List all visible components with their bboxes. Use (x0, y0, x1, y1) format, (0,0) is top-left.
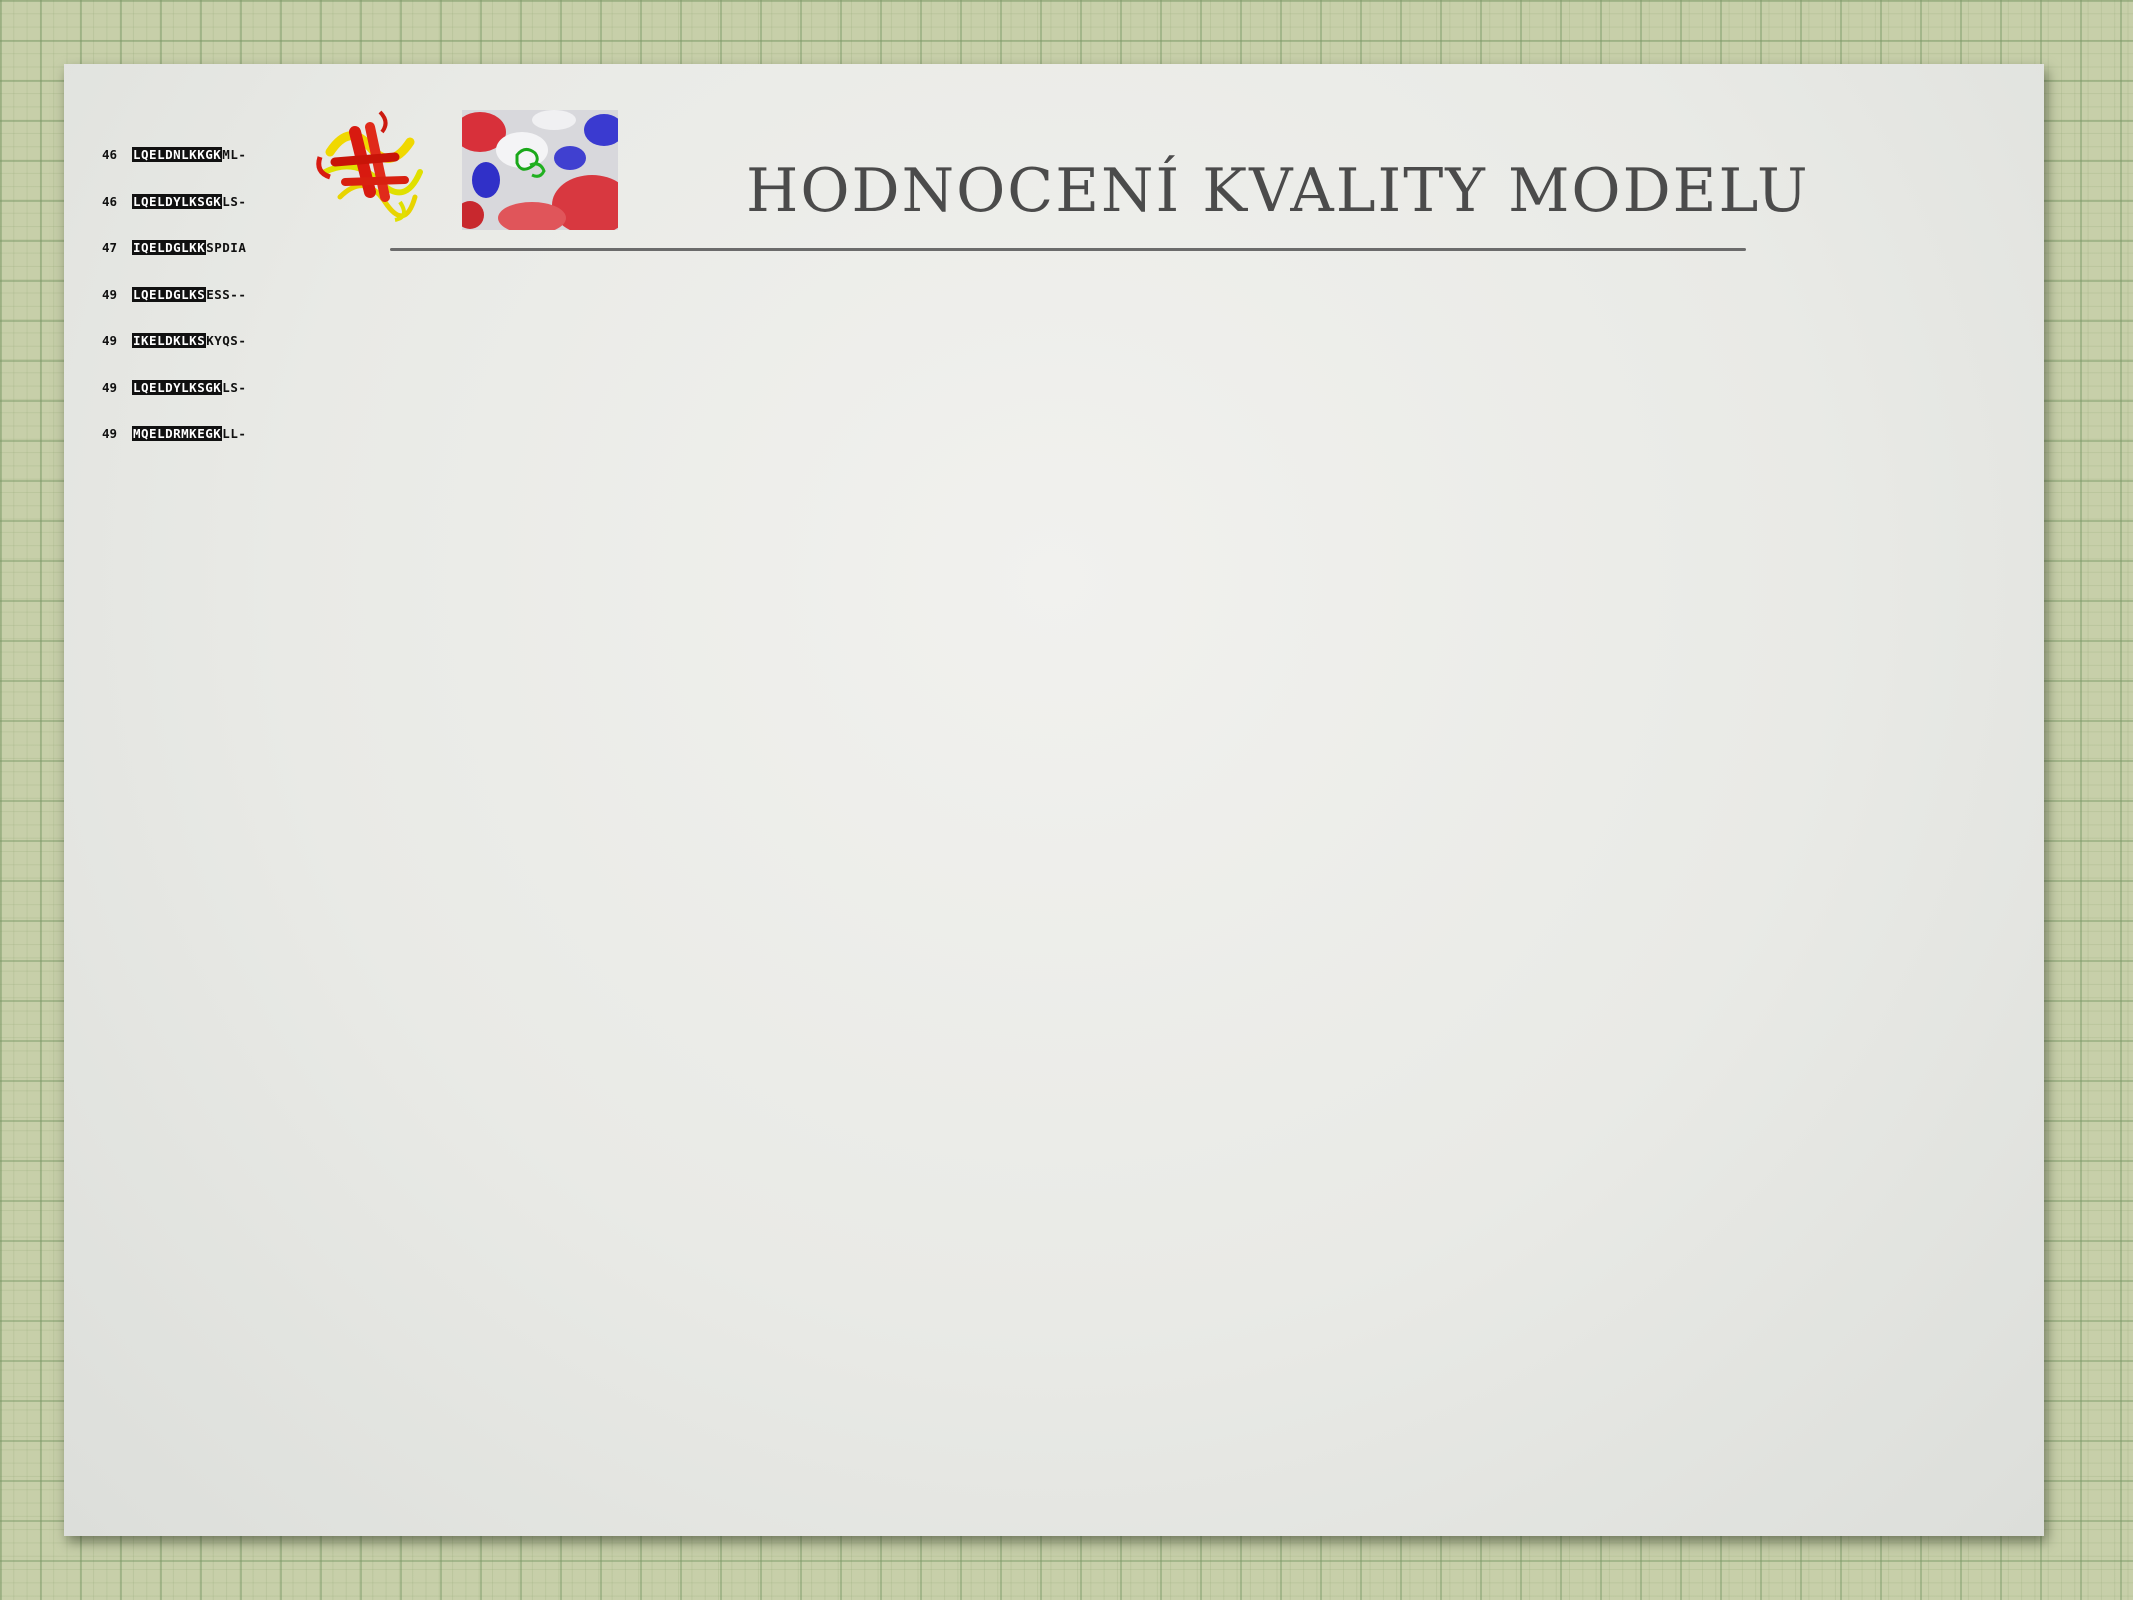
alignment-row: 49 LQELDYLKSGKLS- (102, 379, 247, 395)
slide-title: HODNOCENÍ KVALITY MODELU (746, 156, 1810, 226)
alignment-row: 46 LQELDNLKKGKML- (102, 147, 247, 162)
alignment-row: 49 IKELDKLKSKYQS- (102, 333, 247, 348)
slide-background: { "slide": { "title": "HODNOCENÍ KVALITY… (0, 0, 2133, 1600)
title-underline (390, 248, 1746, 251)
sequence-alignment-image: 46 LQELDNLKKGKML- 46 LQELDYLKSGKLS- 47 IQEL… (102, 116, 246, 473)
alignment-row: 49 LQELDGLKSESS-- (102, 286, 247, 302)
alignment-row: 49 MQELDRMKEGKLL- (102, 426, 247, 441)
protein-ribbon-image (316, 110, 423, 222)
slide: 46 LQELDNLKKGKML- 46 LQELDYLKSGKLS- 47 IQEL… (64, 64, 2044, 1536)
protein-surface-image (462, 110, 618, 230)
alignment-row: 47 IQELDGLKKSPDIA (102, 240, 247, 255)
alignment-row: 46 LQELDYLKSGKLS- (102, 193, 247, 209)
